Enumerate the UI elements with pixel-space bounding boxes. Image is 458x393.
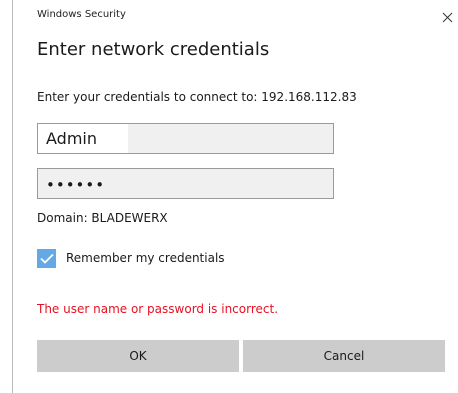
username-field-container (37, 123, 334, 154)
window-title: Windows Security (37, 9, 126, 20)
error-message: The user name or password is incorrect. (37, 302, 279, 316)
username-input[interactable] (38, 124, 333, 153)
cancel-button[interactable]: Cancel (243, 340, 445, 372)
password-field-container (37, 168, 334, 199)
remember-checkbox[interactable] (37, 248, 56, 268)
close-button[interactable] (436, 6, 458, 28)
password-input[interactable] (38, 169, 333, 198)
checkmark-icon (39, 253, 54, 264)
remember-credentials-checkbox-row[interactable]: Remember my credentials (37, 248, 225, 268)
close-icon (442, 12, 452, 22)
remember-label: Remember my credentials (66, 251, 225, 265)
ok-button[interactable]: OK (37, 340, 239, 372)
credentials-dialog: Windows Security Enter network credentia… (12, 0, 458, 393)
domain-text: Domain: BLADEWERX (37, 211, 168, 225)
connect-target-text: Enter your credentials to connect to: 19… (37, 90, 357, 104)
title-bar: Windows Security (13, 0, 458, 30)
dialog-heading: Enter network credentials (37, 39, 270, 60)
